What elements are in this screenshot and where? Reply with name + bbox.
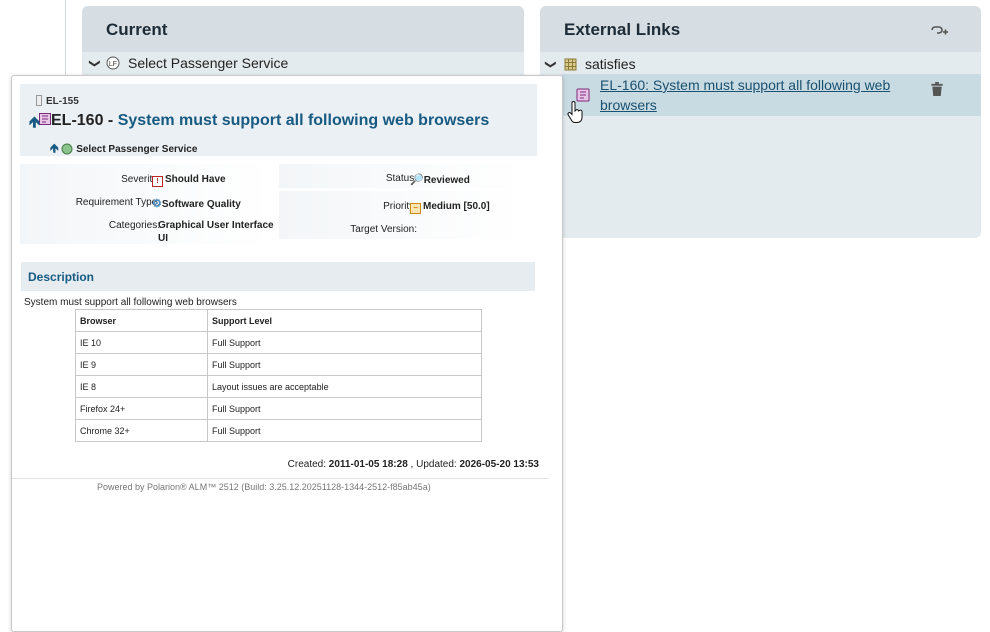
table-cell: Full Support	[207, 353, 482, 376]
table-cell: IE 9	[75, 353, 208, 376]
table-cell: Layout issues are acceptable	[207, 375, 482, 398]
table-cell: Chrome 32+	[75, 419, 208, 442]
hand-cursor-icon	[567, 101, 583, 123]
svg-text:LF: LF	[109, 61, 117, 68]
description-heading-bar: Description	[21, 262, 535, 291]
priority-icon: −	[410, 203, 421, 214]
add-link-icon[interactable]	[929, 22, 949, 38]
up-arrow-icon: 🡹	[29, 114, 40, 131]
table-row: Firefox 24+ Full Support	[75, 397, 482, 420]
categories-label: Categories:	[108, 220, 160, 231]
up-arrow-icon: 🡹	[50, 141, 59, 155]
created-label: Created:	[287, 459, 327, 470]
created-value: 2011-01-05 18:28	[328, 459, 408, 470]
description-text: System must support all following web br…	[24, 297, 237, 308]
external-links-panel: External Links ❯ satisfies EL-160: Syste…	[540, 6, 981, 238]
table-row: IE 10 Full Support	[75, 331, 482, 354]
table-header-support-level: Support Level	[207, 309, 482, 332]
footer-divider	[12, 478, 548, 479]
table-cell: Firefox 24+	[75, 397, 208, 420]
parent-doc-icon	[36, 95, 42, 106]
linked-item-label: Select Passenger Service	[76, 144, 198, 155]
work-item-id: EL-160	[51, 112, 104, 129]
severity-icon: !	[152, 176, 163, 187]
severity-value-text: Should Have	[165, 174, 226, 185]
severity-value: ! Should Have	[152, 174, 226, 187]
linked-item-icon	[61, 143, 73, 155]
work-item-type-icon	[39, 113, 51, 126]
table-row: IE 8 Layout issues are acceptable	[75, 375, 482, 398]
current-panel-header: Current	[82, 6, 524, 52]
parent-work-item-id: EL-155	[46, 96, 79, 107]
table-header-row: Browser Support Level	[75, 309, 482, 332]
external-links-header: External Links	[540, 6, 981, 52]
reviewed-icon: 🔎	[410, 174, 424, 186]
work-item-title: 🡹 EL-160 - System must support all follo…	[29, 112, 490, 131]
current-panel-title: Current	[106, 20, 168, 39]
fields-section: Severity: ! Should Have Requirement Type:…	[20, 164, 537, 244]
current-tree-item-label: Select Passenger Service	[128, 55, 289, 71]
requirement-type-value: ⚙Software Quality	[152, 197, 241, 210]
requirement-type-value-text: Software Quality	[161, 199, 241, 210]
table-cell: Full Support	[207, 331, 482, 354]
title-separator: -	[103, 112, 118, 129]
work-item-icon	[576, 88, 590, 102]
table-row: Chrome 32+ Full Support	[75, 419, 482, 442]
work-item-name: System must support all following web br…	[117, 112, 490, 129]
updated-value: 2026-05-20 13:53	[459, 459, 539, 470]
status-value: 🔎Reviewed	[410, 173, 470, 186]
gears-icon: ⚙	[152, 198, 162, 210]
external-link-row[interactable]: EL-160: System must support all followin…	[562, 74, 981, 116]
table-cell: Full Support	[207, 419, 482, 442]
requirement-type-icon: LF	[106, 56, 120, 70]
link-role-row[interactable]: ❯ satisfies	[544, 53, 636, 75]
table-row: IE 9 Full Support	[75, 353, 482, 376]
link-role-label: satisfies	[585, 56, 636, 72]
chevron-down-icon[interactable]: ❯	[545, 57, 558, 71]
work-item-hover-popup: EL-155 🡹 EL-160 - System must support al…	[11, 75, 563, 632]
current-tree-item[interactable]: ❯ LF Select Passenger Service	[88, 52, 289, 74]
chevron-down-icon[interactable]: ❯	[89, 56, 102, 70]
popup-header: EL-155 🡹 EL-160 - System must support al…	[20, 84, 537, 156]
table-cell: IE 10	[75, 331, 208, 354]
trash-icon[interactable]	[931, 82, 943, 96]
browser-support-table: Browser Support Level IE 10 Full Support …	[75, 309, 482, 442]
description-heading: Description	[28, 270, 95, 284]
status-value-text: Reviewed	[423, 175, 470, 186]
requirement-type-label: Requirement Type:	[75, 197, 160, 208]
categories-value-line1: Graphical User Interface	[158, 220, 274, 231]
created-updated-info: Created: 2011-01-05 18:28 , Updated: 202…	[288, 459, 539, 470]
updated-label: , Updated:	[410, 459, 457, 470]
linked-item: 🡹 Select Passenger Service	[50, 139, 197, 160]
powered-by-footer: Powered by Polarion® ALM™ 2512 (Build: 3…	[97, 482, 431, 492]
table-cell: IE 8	[75, 375, 208, 398]
table-cell: Full Support	[207, 397, 482, 420]
target-version-label: Target Version:	[350, 224, 417, 235]
priority-value-text: Medium [50.0]	[423, 201, 490, 212]
external-link[interactable]: EL-160: System must support all followin…	[600, 75, 910, 115]
table-header-browser: Browser	[75, 309, 208, 332]
external-links-title: External Links	[564, 20, 681, 39]
categories-value-line2: UI	[158, 233, 168, 244]
grid-role-icon	[564, 58, 577, 70]
priority-value: − Medium [50.0]	[410, 201, 490, 214]
